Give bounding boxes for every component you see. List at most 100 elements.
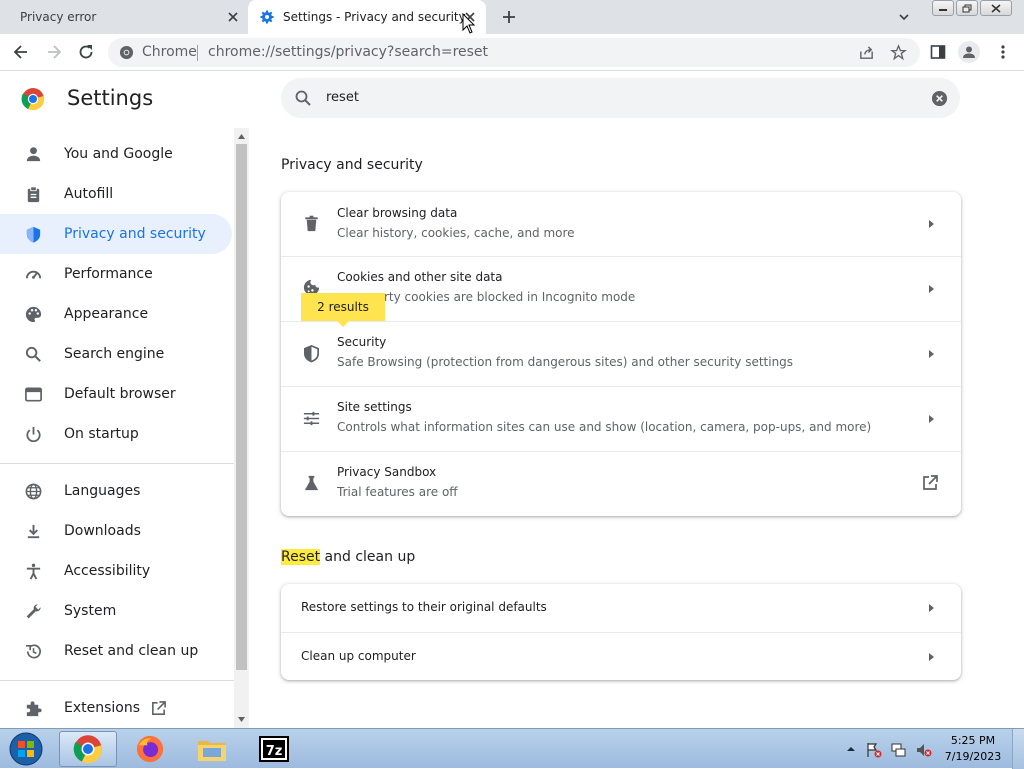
sidebar-item-reset-and-clean-up[interactable]: Reset and clean up [0,631,232,671]
taskbar-7zip-button[interactable]: 7z [245,731,303,767]
sidebar-item-on-startup[interactable]: On startup [0,414,232,454]
site-settings-row[interactable]: Site settings Controls what information … [281,387,961,451]
side-panel-icon[interactable] [929,43,947,61]
url-text: chrome://settings/privacy?search=reset [208,44,489,60]
power-icon [24,425,43,444]
profile-avatar-icon[interactable] [958,41,980,63]
tab-search-chevron-down-icon[interactable] [897,10,911,24]
sidebar-scrollbar[interactable] [234,128,249,728]
tab-settings[interactable]: Settings - Privacy and security [248,0,486,34]
row-title: Clear browsing data [337,206,458,220]
download-icon [24,522,43,541]
scroll-down-arrow-icon[interactable] [237,715,246,724]
kebab-menu-icon[interactable] [994,43,1012,61]
clear-browsing-data-row[interactable]: Clear browsing data Clear history, cooki… [281,192,961,256]
network-icon[interactable] [891,742,906,757]
file-explorer-icon [196,735,228,763]
windows-taskbar: 7z 5:25 PM 7/19/2023 [0,728,1024,769]
puzzle-icon [24,699,43,718]
arrow-right-icon [927,349,935,359]
forward-arrow-icon[interactable] [45,43,63,61]
sliders-icon [302,409,321,428]
reset-card: Restore settings to their original defau… [281,584,961,680]
sidebar-item-extensions[interactable]: Extensions [0,688,232,728]
sidebar-divider [0,463,234,464]
clock-time[interactable]: 5:25 PM [940,734,1006,747]
settings-sidebar: You and Google Autofill Privacy and secu… [0,128,234,728]
site-chip-label: Chrome [142,44,197,60]
clear-search-icon[interactable] [931,90,948,107]
sidebar-item-you-and-google[interactable]: You and Google [0,134,232,174]
arrow-right-icon [927,603,935,613]
reset-section-title-rest: and clean up [320,549,416,565]
chrome-site-icon [119,45,134,60]
taskbar-firefox-button[interactable] [121,731,179,767]
svg-text:7z: 7z [266,744,283,759]
mouse-cursor-icon [462,13,476,35]
scroll-up-arrow-icon[interactable] [237,132,246,141]
restore-button[interactable] [956,0,978,16]
scrollbar-thumb[interactable] [236,144,247,670]
restore-defaults-row[interactable]: Restore settings to their original defau… [281,584,961,632]
settings-search-field[interactable]: reset [281,78,960,118]
sidebar-item-label: On startup [64,426,139,442]
windows-start-orb-icon[interactable] [6,731,46,767]
clipboard-icon [24,185,43,204]
action-center-flag-icon[interactable] [866,742,882,758]
sidebar-item-performance[interactable]: Performance [0,254,232,294]
minimize-button[interactable] [932,0,954,16]
privacy-sandbox-row[interactable]: Privacy Sandbox Trial features are off [281,452,961,516]
trash-icon [302,214,321,233]
wrench-icon [24,602,43,621]
bookmark-star-icon[interactable] [890,44,907,61]
tab-close-icon[interactable] [226,10,240,24]
reload-icon[interactable] [77,43,95,61]
sidebar-item-system[interactable]: System [0,591,232,631]
tab-privacy-error[interactable]: Privacy error [0,0,246,34]
row-subtitle: Controls what information sites can use … [337,420,872,434]
row-subtitle: rty cookies are blocked in Incognito mod… [384,290,636,304]
show-desktop-button[interactable] [1012,729,1024,769]
sidebar-item-appearance[interactable]: Appearance [0,294,232,334]
sidebar-item-search-engine[interactable]: Search engine [0,334,232,374]
sidebar-item-default-browser[interactable]: Default browser [0,374,232,414]
row-title: Clean up computer [301,649,416,663]
sidebar-item-privacy-and-security[interactable]: Privacy and security [0,214,232,254]
search-input[interactable]: reset [326,90,359,105]
clean-up-computer-row[interactable]: Clean up computer [281,633,961,680]
sidebar-item-autofill[interactable]: Autofill [0,174,232,214]
close-window-button[interactable] [980,0,1012,16]
taskbar-file-explorer-button[interactable] [183,731,241,767]
address-bar[interactable]: Chrome chrome://settings/privacy?search=… [108,38,920,67]
external-link-icon [921,474,939,492]
7zip-icon: 7z [258,735,290,763]
share-icon[interactable] [858,44,875,61]
search-icon [24,345,43,364]
sidebar-item-label: Accessibility [64,563,151,579]
volume-muted-icon[interactable] [916,742,932,757]
back-arrow-icon[interactable] [12,43,30,61]
gear-icon [260,10,274,24]
chrome-logo-icon [21,87,45,111]
sidebar-item-label: Downloads [64,523,141,539]
chrome-icon [73,734,103,764]
sidebar-item-languages[interactable]: Languages [0,471,232,511]
search-match-highlight: Reset [281,549,321,565]
taskbar-chrome-button[interactable] [59,731,117,767]
tray-show-hidden-icon[interactable] [844,742,858,756]
page-title: Settings [67,86,154,110]
sidebar-item-downloads[interactable]: Downloads [0,511,232,551]
tab-title: Privacy error [20,10,97,24]
new-tab-plus-icon[interactable] [500,8,518,26]
row-title: Restore settings to their original defau… [301,600,547,614]
sidebar-item-accessibility[interactable]: Accessibility [0,551,232,591]
security-row[interactable]: Security Safe Browsing (protection from … [281,322,961,386]
browser-window-icon [24,385,43,404]
sidebar-item-label: Autofill [64,186,114,202]
tab-title: Settings - Privacy and security [283,10,466,24]
palette-icon [24,305,43,324]
arrow-right-icon [927,652,935,662]
clock-date[interactable]: 7/19/2023 [940,750,1006,763]
accessibility-icon [24,562,43,581]
search-icon [294,89,312,107]
